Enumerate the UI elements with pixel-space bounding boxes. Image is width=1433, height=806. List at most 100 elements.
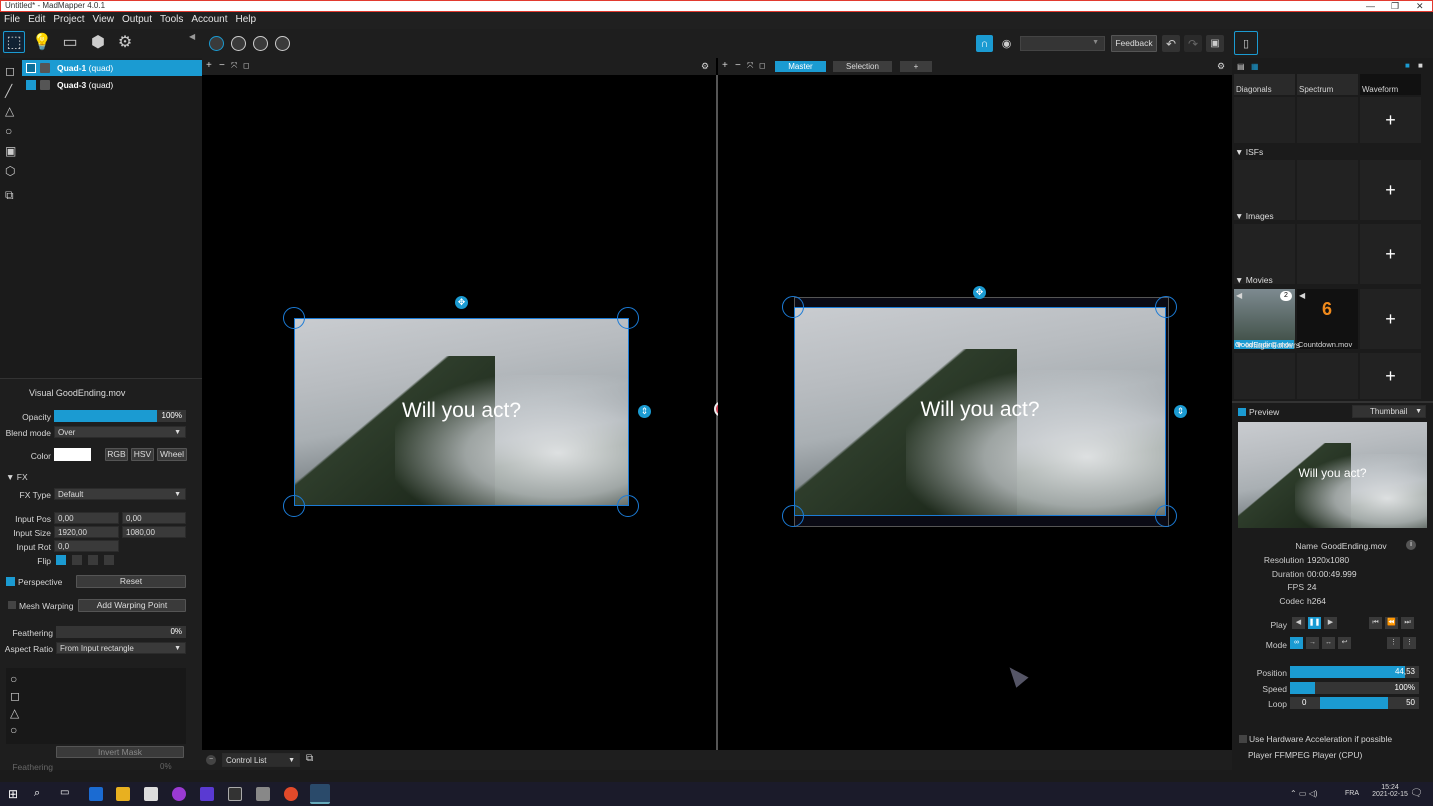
frame-icon[interactable]: ◻ xyxy=(243,61,250,70)
corner-handle[interactable] xyxy=(617,307,639,329)
maximize-icon[interactable]: ❐ xyxy=(1391,1,1399,11)
flip-h-button[interactable] xyxy=(72,555,82,565)
output-window-icon[interactable]: ▣ xyxy=(1206,35,1224,52)
input-pos-x[interactable]: 0,00 xyxy=(54,512,119,524)
add-mask-icon[interactable]: ▣ xyxy=(5,144,19,158)
fit-icon[interactable]: ⤧ xyxy=(747,61,753,71)
add-circle-icon[interactable]: ○ xyxy=(5,124,19,138)
madmapper-icon[interactable] xyxy=(310,784,330,804)
close-icon[interactable]: ✕ xyxy=(1416,1,1424,11)
skip-start-icon[interactable]: ⏮ xyxy=(1369,617,1382,629)
input-size-w[interactable]: 1920,00 xyxy=(54,526,119,538)
play-next-icon[interactable]: ▶ xyxy=(1324,617,1337,629)
zoom-in-icon[interactable]: + xyxy=(206,60,212,71)
loop-icon[interactable] xyxy=(275,36,290,51)
layer-row-quad-1[interactable]: Quad-1 (quad) xyxy=(22,60,202,76)
add-triangle-icon[interactable]: △ xyxy=(5,104,19,118)
preview-checkbox[interactable] xyxy=(1238,408,1246,416)
view-toggle2-icon[interactable]: ■ xyxy=(1418,61,1423,70)
external-window-icon[interactable]: ⧉ xyxy=(306,753,313,764)
loop-range-slider[interactable]: 0 50 xyxy=(1290,697,1419,709)
menu-file[interactable]: File xyxy=(0,12,24,28)
add-group-icon[interactable]: ⧉ xyxy=(5,188,19,202)
output-quad-image[interactable]: Will you act? xyxy=(794,307,1166,516)
feedback-button[interactable]: Feedback xyxy=(1111,35,1157,52)
fx-type-select[interactable]: Default ▼ xyxy=(54,488,186,500)
generator-waveform[interactable]: Waveform xyxy=(1360,74,1421,95)
edge-icon[interactable] xyxy=(89,787,103,801)
language-indicator[interactable]: FRA xyxy=(1345,790,1359,797)
tab-selection[interactable]: Selection xyxy=(833,61,892,72)
collapse-arrow-icon[interactable]: ◀ xyxy=(1299,291,1305,300)
invert-mask-button[interactable]: Invert Mask xyxy=(56,746,184,758)
flip-both-button[interactable] xyxy=(104,555,114,565)
add-quad-icon[interactable]: ◻ xyxy=(5,64,19,78)
eye-icon[interactable]: ◉ xyxy=(998,35,1015,52)
layer-row-quad-3[interactable]: Quad-3 (quad) xyxy=(22,77,202,93)
layer-visibility-checkbox[interactable] xyxy=(26,80,36,90)
flip-v-button[interactable] xyxy=(88,555,98,565)
lock-icon[interactable] xyxy=(40,63,50,73)
store-icon[interactable] xyxy=(144,787,158,801)
hw-accel-checkbox[interactable] xyxy=(1239,735,1247,743)
undo-icon[interactable]: ↶ xyxy=(1162,35,1180,52)
pause-icon[interactable]: ❚❚ xyxy=(1308,617,1321,629)
images-section-header[interactable]: ▼ Images xyxy=(1235,211,1274,221)
step-back-icon[interactable]: ⏪ xyxy=(1385,617,1398,629)
mask-ellipse-icon[interactable]: ○ xyxy=(10,723,24,737)
toggle-icon[interactable]: − xyxy=(206,755,216,765)
chrome-icon[interactable] xyxy=(284,787,298,801)
tab-add[interactable]: + xyxy=(900,61,932,72)
output-viewport[interactable]: Will you act? ✥ ⇕ xyxy=(718,75,1232,750)
corner-handle[interactable] xyxy=(1155,296,1177,318)
surfaces-mode-icon[interactable]: ⬚ xyxy=(3,31,25,53)
menu-tools[interactable]: Tools xyxy=(156,12,187,28)
hsv-button[interactable]: HSV xyxy=(131,448,154,461)
input-viewport[interactable]: Will you act? ✥ ⇕ xyxy=(202,75,716,750)
mask-circle-icon[interactable]: ○ xyxy=(10,672,24,686)
aspect-ratio-select[interactable]: From Input rectangle ▼ xyxy=(56,642,186,654)
corner-handle[interactable] xyxy=(1155,505,1177,527)
folder-icon[interactable] xyxy=(116,787,130,801)
movie-countdown[interactable]: ◀ 6 Countdown.mov xyxy=(1297,289,1358,349)
rotate-handle-icon[interactable]: ⇕ xyxy=(1174,405,1187,418)
corner-handle[interactable] xyxy=(283,495,305,517)
cubes-icon[interactable]: ⬢ xyxy=(87,31,109,53)
generator-diagonals[interactable]: Diagonals xyxy=(1234,74,1295,95)
input-pos-y[interactable]: 0,00 xyxy=(122,512,186,524)
zoom-in-icon[interactable]: + xyxy=(722,60,728,71)
projector-icon[interactable]: ▭ xyxy=(59,31,81,53)
rotate-handle-icon[interactable]: ⇕ xyxy=(638,405,651,418)
return-mode-icon[interactable]: ↩ xyxy=(1338,637,1351,649)
flip-none-button[interactable] xyxy=(56,555,66,565)
reset-button[interactable]: Reset xyxy=(76,575,186,588)
wheel-button[interactable]: Wheel xyxy=(157,448,187,461)
layer-visibility-checkbox[interactable] xyxy=(26,63,36,73)
clock[interactable]: 15:24 2021-02-15 xyxy=(1372,784,1408,798)
input-size-h[interactable]: 1080,00 xyxy=(122,526,186,538)
app-icon[interactable] xyxy=(172,787,186,801)
color-swatch[interactable] xyxy=(54,448,91,461)
grid-icon[interactable]: ▦ xyxy=(1251,62,1259,71)
add-warping-point-button[interactable]: Add Warping Point xyxy=(78,599,186,612)
rgb-button[interactable]: RGB xyxy=(105,448,128,461)
feathering-slider[interactable]: 0% xyxy=(56,626,186,638)
view-toggle-icon[interactable]: ■ xyxy=(1405,61,1410,70)
add-image-button[interactable]: + xyxy=(1360,224,1421,284)
frame-icon[interactable]: ◻ xyxy=(759,61,766,70)
option-b-icon[interactable]: ⋮ xyxy=(1403,637,1416,649)
menu-project[interactable]: Project xyxy=(49,12,88,28)
add-generator-button[interactable]: + xyxy=(1360,97,1421,143)
option-a-icon[interactable]: ⋮ xyxy=(1387,637,1400,649)
add-3d-icon[interactable]: ⬡ xyxy=(5,164,19,178)
mesh-warping-checkbox[interactable] xyxy=(8,601,16,609)
pause-icon[interactable] xyxy=(209,36,224,51)
pingpong-mode-icon[interactable]: ↔ xyxy=(1322,637,1335,649)
menu-account[interactable]: Account xyxy=(187,12,231,28)
fx-section-header[interactable]: ▼ FX xyxy=(6,472,28,482)
input-rot-field[interactable]: 0,0 xyxy=(54,540,119,552)
windows-start-icon[interactable]: ⊞ xyxy=(8,787,22,801)
lock-icon[interactable] xyxy=(40,80,50,90)
add-line-icon[interactable]: ╱ xyxy=(5,84,19,98)
play-prev-icon[interactable]: ◀ xyxy=(1292,617,1305,629)
